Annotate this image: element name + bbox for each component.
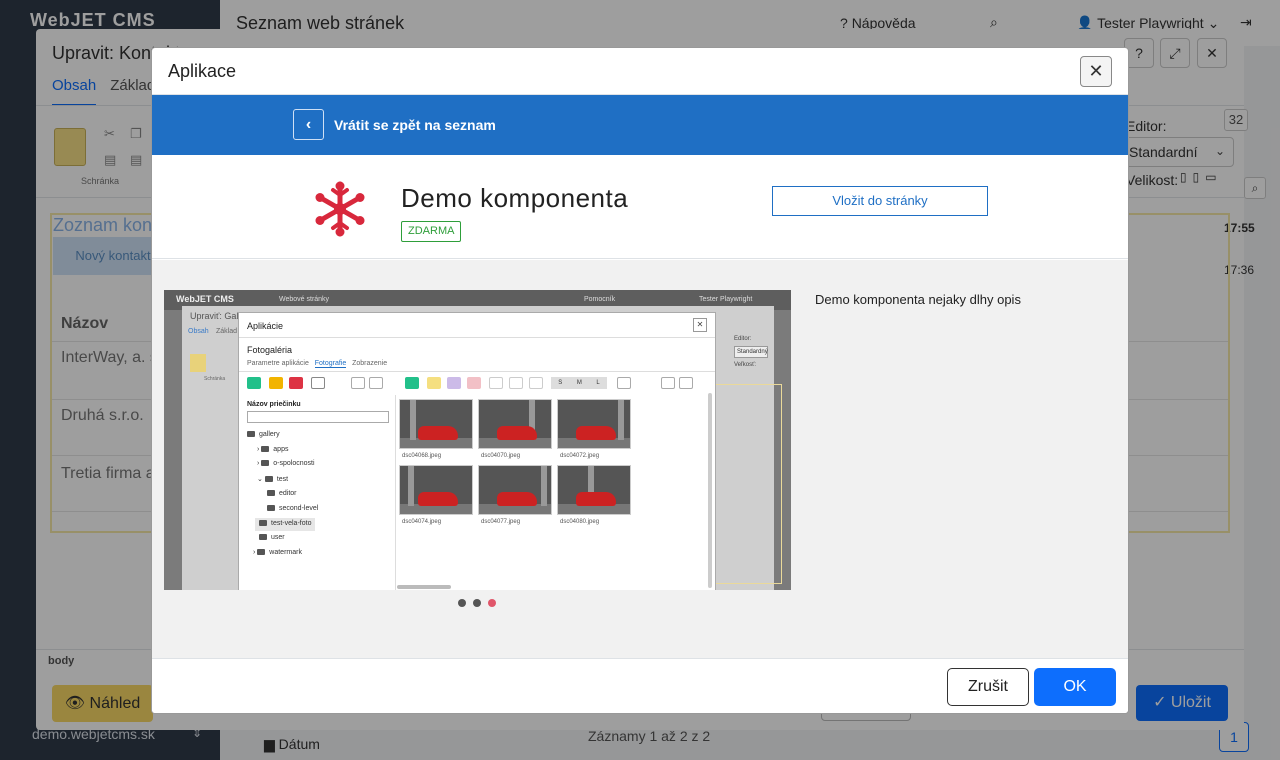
screenshot-tree-item: second-level [267,505,318,512]
screenshot-tree-item: gallery [247,431,280,438]
screenshot-settings-icon [369,377,383,389]
app-banner: ‹ Vrátit se zpět na seznam [152,95,1128,155]
screenshot-view-icon [489,377,503,389]
screenshot-photo-name: dsc04072.jpeg [560,453,600,459]
snowflake-icon [315,181,365,237]
screenshot-add-icon [247,377,261,389]
screenshot-hscroll [397,585,451,589]
screenshot-reload-icon [661,377,675,389]
screenshot-photo-name: dsc04068.jpeg [402,453,442,459]
screenshot-tree-item: › o-spolocnosti [257,460,315,467]
screenshot-table-icon [617,377,631,389]
screenshot-tab: Parametre aplikácie [247,360,309,367]
screenshot-tree-item: ⌄ test [257,476,289,483]
screenshot-tree-item: › watermark [253,549,302,556]
screenshot-tree-item: user [259,534,285,541]
price-badge: ZDARMA [401,221,462,242]
screenshot-photo-thumb [399,465,473,515]
screenshot-close-icon: ✕ [693,318,707,332]
screenshot-tree-label: Názov priečinku [247,401,301,408]
screenshot-size-l: L [596,380,600,386]
screenshot-splitter [395,395,396,590]
modal-header: Aplikace ✕ [152,48,1128,95]
screenshot-tree-input [247,411,389,423]
screenshot-top-help: Pomocník [584,296,616,303]
screenshot-delete-icon [289,377,303,389]
screenshot-photo-name: dsc04070.jpeg [481,453,521,459]
screenshot-header-divider [239,337,715,338]
app-screenshot[interactable]: WebJET CMS Webové stránky Pomocník Teste… [164,290,791,590]
modal-title: Aplikace [168,61,237,81]
screenshot-photo-thumb [557,465,631,515]
screenshot-tree-item: › apps [257,446,289,453]
screenshot-vscroll [708,393,712,588]
screenshot-logo: WebJET CMS [176,294,234,304]
screenshot-tab-active: Fotografie [314,360,347,368]
screenshot-photo-name: dsc04077.jpeg [481,519,521,525]
cancel-button[interactable]: Zrušit [947,668,1029,706]
screenshot-photo-thumb [478,465,552,515]
screenshot-tree-item: test-vela-foto [259,520,311,527]
app-name: Demo komponenta [401,183,629,213]
screenshot-photo-name: dsc04074.jpeg [402,519,442,525]
insert-into-page-button[interactable]: Vložit do stránky [772,186,988,216]
screenshot-tab-zaklad: Základ [216,328,238,335]
app-detail-body: WebJET CMS Webové stránky Pomocník Teste… [152,260,1128,658]
modal-close-button[interactable]: ✕ [1080,56,1112,87]
screenshot-clipboard-label: Schránka [204,376,226,382]
screenshot-photo-thumb [557,399,631,449]
screenshot-photo-name: dsc04080.jpeg [560,519,600,525]
screenshot-size-m: M [576,380,582,386]
chevron-left-icon: ‹ [305,116,312,133]
screenshot-columns-icon [679,377,693,389]
screenshot-paste-icon [190,354,206,372]
close-icon: ✕ [1088,61,1104,81]
app-header: Demo komponenta ZDARMA Vložit do stránky [152,155,1128,259]
screenshot-photo-thumb [478,399,552,449]
screenshot-size-buttons: S M L [551,377,607,389]
screenshot-top-user: Tester Playwright [699,296,753,303]
screenshot-top-title: Webové stránky [279,296,330,303]
modal-footer: Zrušit OK [152,658,1128,713]
screenshot-search-icon [509,377,523,389]
screenshot-tab: Zobrazenie [352,360,388,367]
ok-button[interactable]: OK [1034,668,1116,706]
screenshot-tab-obsah: Obsah [188,328,209,335]
screenshot-delete-photo-icon [467,377,481,389]
screenshot-edit-icon [269,377,283,389]
carousel-dot[interactable] [458,599,466,607]
app-description: Demo komponenta nejaky dlhy opis [815,292,1021,307]
back-to-list-link[interactable]: Vrátit se zpět na seznam [334,117,496,133]
carousel-indicators [458,599,496,607]
screenshot-size-s: S [558,380,563,386]
screenshot-add-photo-icon [405,377,419,389]
screenshot-tabs: Parametre aplikácie Fotografie Zobrazeni… [247,360,388,368]
applications-modal: Aplikace ✕ ‹ Vrátit se zpět na seznam De… [151,47,1129,714]
screenshot-tree-item: editor [267,490,297,497]
screenshot-edit-photo-icon [427,377,441,389]
carousel-dot-active[interactable] [488,599,496,607]
screenshot-photo-thumb [399,399,473,449]
screenshot-app-window: Aplikácie ✕ Fotogaléria Parametre apliká… [238,312,716,590]
screenshot-editor-label: Editor: [734,336,752,342]
screenshot-refresh-icon [351,377,365,389]
screenshot-editor-select: Standardný [734,346,768,358]
screenshot-size-label: Veľkosť: [734,362,757,368]
screenshot-copy-photo-icon [447,377,461,389]
screenshot-tab-divider [239,371,715,372]
screenshot-duplicate-icon [311,377,325,389]
screenshot-subtitle: Fotogaléria [247,345,293,355]
carousel-dot[interactable] [473,599,481,607]
screenshot-window-title: Aplikácie [247,321,284,331]
screenshot-editor-value: Standardný [737,349,768,355]
screenshot-rotate-icon [529,377,543,389]
back-button[interactable]: ‹ [293,109,324,140]
